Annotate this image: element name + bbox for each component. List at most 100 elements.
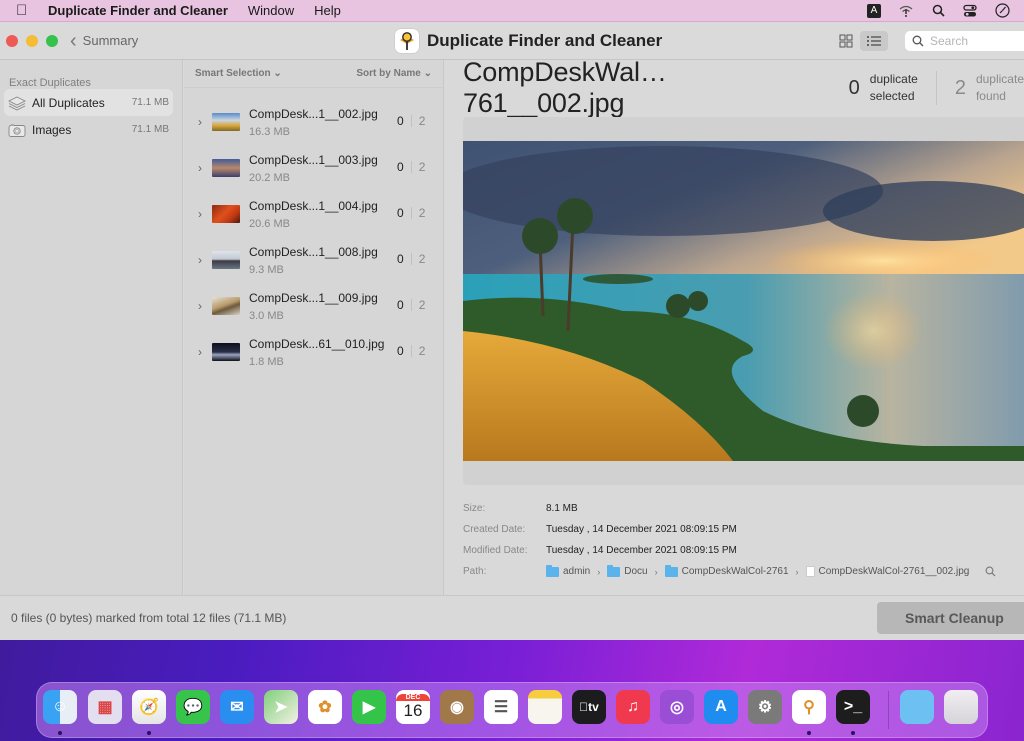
dock-safari-icon[interactable]: 🧭 xyxy=(132,690,166,724)
file-group-row[interactable]: › CompDesk...1__002.jpg 16.3 MB 0 2 xyxy=(184,99,443,145)
dock-facetime-icon[interactable]: ▶ xyxy=(352,690,386,724)
dock-music-icon[interactable]: ♫ xyxy=(616,690,650,724)
dock-messages-icon[interactable]: 💬 xyxy=(176,690,210,724)
search-input[interactable] xyxy=(930,34,1020,48)
meta-size-row: Size: 8.1 MB xyxy=(463,498,996,519)
dock-maps-icon[interactable]: ➤ xyxy=(264,690,298,724)
sort-by-dropdown[interactable]: Sort by Name ⌄ xyxy=(356,68,432,79)
expand-chevron-icon[interactable]: › xyxy=(198,345,210,359)
path-segment-folder[interactable]: CompDeskWalCol-2761 xyxy=(664,564,789,577)
safari-glyph: 🧭 xyxy=(139,699,159,716)
path-segment-file[interactable]: CompDeskWalCol-2761__002.jpg xyxy=(805,566,969,577)
menu-app-name[interactable]: Duplicate Finder and Cleaner xyxy=(48,3,228,18)
dock-duplicate-finder-and-cleaner-icon[interactable]: ⚲ xyxy=(792,690,826,724)
dock-contacts-icon[interactable]: ◉ xyxy=(440,690,474,724)
smart-cleanup-button[interactable]: Smart Cleanup xyxy=(877,602,1024,634)
reveal-in-finder-button[interactable] xyxy=(985,566,996,577)
menu-bar:  Duplicate Finder and Cleaner Window He… xyxy=(0,0,1024,22)
selected-count: 0 xyxy=(397,206,404,220)
chevron-left-icon: ‹ xyxy=(70,29,77,52)
sidebar-item-all-duplicates[interactable]: All Duplicates 71.1 MB xyxy=(4,89,173,116)
found-count: 2 xyxy=(418,114,426,128)
dock-calendar-icon[interactable]: DEC 16 xyxy=(396,690,430,724)
selected-count: 0 xyxy=(397,160,404,174)
clock-icon[interactable] xyxy=(994,3,1010,19)
selected-label-line2: selected xyxy=(869,89,915,103)
image-file-icon xyxy=(805,566,815,577)
minimize-window-button[interactable] xyxy=(26,34,38,47)
dock-divider xyxy=(888,691,889,729)
back-to-summary-button[interactable]: ‹ Summary xyxy=(70,31,138,51)
dock-downloads-folder-icon[interactable] xyxy=(900,690,934,724)
dock-terminal-icon[interactable]: >_ xyxy=(836,690,870,724)
found-count: 2 xyxy=(418,298,426,312)
window-controls xyxy=(6,34,58,47)
sidebar-section-label: Exact Duplicates xyxy=(9,77,91,89)
contacts-glyph: ◉ xyxy=(450,699,464,716)
wifi-icon[interactable] xyxy=(898,3,914,19)
meta-created-row: Created Date: Tuesday , 14 December 2021… xyxy=(463,519,996,540)
path-segment-admin[interactable]: admin xyxy=(546,564,590,577)
file-group-row[interactable]: › CompDesk...1__008.jpg 9.3 MB 0 2 xyxy=(184,237,443,283)
file-size: 9.3 MB xyxy=(249,263,284,276)
spotlight-search-icon[interactable] xyxy=(930,3,946,19)
search-field[interactable] xyxy=(905,31,1024,51)
selected-count: 0 xyxy=(397,114,404,128)
preview-header: CompDeskWal…761__002.jpg 0 duplicate sele… xyxy=(445,57,1024,118)
sidebar-item-images[interactable]: Images 71.1 MB xyxy=(4,116,173,143)
selected-count: 0 xyxy=(397,298,404,312)
sidebar-item-label: Images xyxy=(32,122,72,137)
file-group-row[interactable]: › CompDesk...1__009.jpg 3.0 MB 0 2 xyxy=(184,283,443,329)
meta-path-row: Path: admin › Docu › CompDeskWalCol-2761… xyxy=(463,561,996,582)
dock-launchpad-icon[interactable]: ▦ xyxy=(88,690,122,724)
image-preview-frame xyxy=(463,117,1024,485)
dock-trash-icon[interactable] xyxy=(944,690,978,724)
expand-chevron-icon[interactable]: › xyxy=(198,207,210,221)
dock-app-store-icon[interactable]: A xyxy=(704,690,738,724)
path-separator-icon: › xyxy=(654,566,658,577)
list-view-button[interactable] xyxy=(860,31,888,51)
file-group-row[interactable]: › CompDesk...1__003.jpg 20.2 MB 0 2 xyxy=(184,145,443,191)
dock-podcasts-icon[interactable]: ◎ xyxy=(660,690,694,724)
preview-image[interactable] xyxy=(463,141,1024,461)
dock-reminders-icon[interactable]: ☰ xyxy=(484,690,518,724)
dock-apple-tv-icon[interactable]: tv xyxy=(572,690,606,724)
sidebar-item-size: 71.1 MB xyxy=(131,97,169,108)
maximize-window-button[interactable] xyxy=(46,34,58,47)
search-icon xyxy=(912,35,924,47)
found-count: 2 xyxy=(418,206,426,220)
file-group-row[interactable]: › CompDesk...61__010.jpg 1.8 MB 0 2 xyxy=(184,329,443,375)
music-glyph: ♫ xyxy=(627,698,639,715)
expand-chevron-icon[interactable]: › xyxy=(198,299,210,313)
selection-status-text: 0 files (0 bytes) marked from total 12 f… xyxy=(11,611,287,625)
selected-label-line1: duplicate xyxy=(869,72,918,86)
menu-window[interactable]: Window xyxy=(248,3,294,18)
dock-system-preferences-icon[interactable]: ⚙ xyxy=(748,690,782,724)
dock-photos-icon[interactable]: ✿ xyxy=(308,690,342,724)
keyboard-letter: A xyxy=(867,3,881,18)
grid-view-button[interactable] xyxy=(832,31,860,51)
expand-chevron-icon[interactable]: › xyxy=(198,115,210,129)
expand-chevron-icon[interactable]: › xyxy=(198,253,210,267)
running-indicator xyxy=(147,731,151,735)
keyboard-input-icon[interactable]: A xyxy=(866,3,882,19)
found-label-line1: duplicate xyxy=(975,72,1024,86)
dock-notes-icon[interactable] xyxy=(528,690,562,724)
apple-menu-icon[interactable]:  xyxy=(16,2,32,19)
file-group-row[interactable]: › CompDesk...1__004.jpg 20.6 MB 0 2 xyxy=(184,191,443,237)
list-icon xyxy=(867,36,881,46)
expand-chevron-icon[interactable]: › xyxy=(198,161,210,175)
close-window-button[interactable] xyxy=(6,34,18,47)
calendar-month: DEC xyxy=(396,693,430,701)
meta-created-value: Tuesday , 14 December 2021 08:09:15 PM xyxy=(546,524,737,535)
dock-mail-icon[interactable]: ✉ xyxy=(220,690,254,724)
file-info: CompDesk...61__010.jpg 1.8 MB xyxy=(249,337,389,368)
path-segment-documents[interactable]: Docu xyxy=(607,564,648,577)
meta-modified-row: Modified Date: Tuesday , 14 December 202… xyxy=(463,540,996,561)
system-preferences-glyph: ⚙ xyxy=(757,699,773,716)
control-center-icon[interactable] xyxy=(962,3,978,19)
dock-finder-icon[interactable]: ☺ xyxy=(43,690,77,724)
found-count: 2 xyxy=(418,252,426,266)
menu-help[interactable]: Help xyxy=(314,3,341,18)
smart-selection-dropdown[interactable]: Smart Selection ⌄ xyxy=(195,68,282,79)
